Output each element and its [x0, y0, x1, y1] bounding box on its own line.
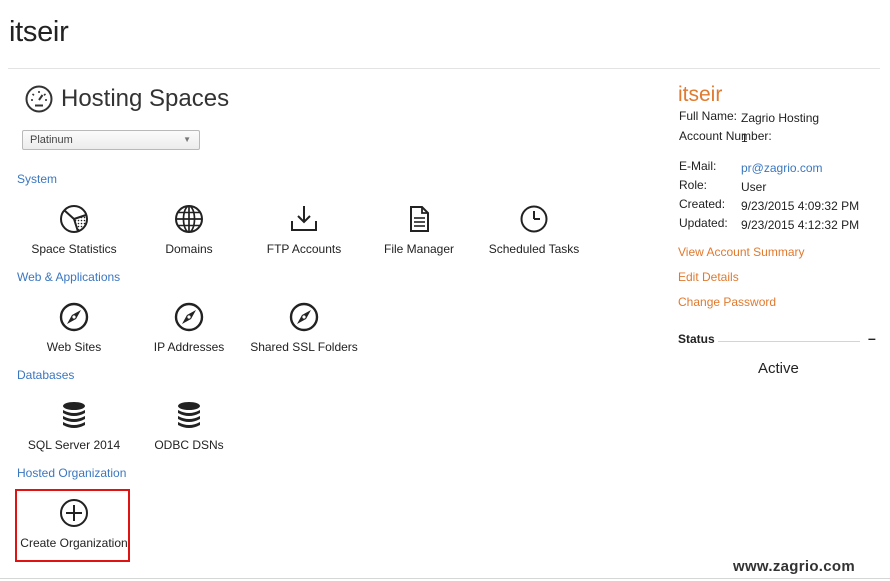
status-label: Status [678, 332, 715, 346]
full-name-value: Zagrio Hosting [741, 111, 820, 125]
change-password-link[interactable]: Change Password [678, 295, 776, 309]
tile-odbc-dsns[interactable]: ODBC DSNs [130, 400, 248, 462]
gauge-icon [25, 85, 53, 113]
field-key: Created: [679, 197, 726, 211]
field-key: E-Mail: [679, 159, 717, 173]
status-divider [718, 341, 860, 342]
role-value: User [741, 180, 767, 194]
tile-label: Web Sites [46, 340, 102, 354]
chevron-down-icon: ▼ [183, 135, 191, 144]
document-icon [410, 206, 429, 232]
tile-label: File Manager [383, 242, 455, 256]
section-label-hosted-organization: Hosted Organization [17, 466, 127, 480]
hosting-spaces-title: Hosting Spaces [61, 85, 230, 112]
status-value: Active [758, 360, 799, 377]
section-label-web-applications: Web & Applications [17, 270, 121, 284]
field-key: Role: [679, 178, 708, 192]
top-divider [8, 68, 880, 69]
account-number-value: 1 [741, 131, 748, 145]
page-title: itseir [9, 16, 69, 48]
field-key: Updated: [679, 216, 728, 230]
compass-icon [59, 302, 89, 332]
database-icon [178, 402, 200, 428]
tile-domains[interactable]: Domains [130, 204, 248, 266]
tile-web-sites[interactable]: Web Sites [15, 302, 133, 364]
section-label-databases: Databases [17, 368, 75, 382]
bottom-divider [0, 578, 890, 579]
status-collapse-button[interactable]: – [868, 330, 876, 346]
pie-chart-icon [60, 205, 88, 233]
tile-label: Space Statistics [31, 242, 117, 256]
tile-ftp-accounts[interactable]: FTP Accounts [245, 204, 363, 266]
tile-label: SQL Server 2014 [27, 438, 121, 452]
globe-icon [175, 205, 203, 233]
hosting-spaces-header: Hosting Spaces [24, 84, 229, 114]
tile-label: Domains [165, 242, 213, 256]
database-icon [63, 402, 85, 428]
tile-shared-ssl-folders[interactable]: Shared SSL Folders [245, 302, 363, 364]
account-name: itseir [678, 83, 723, 106]
compass-icon [174, 302, 204, 332]
edit-details-link[interactable]: Edit Details [678, 270, 739, 284]
tile-space-statistics[interactable]: Space Statistics [15, 204, 133, 266]
highlight-box [15, 489, 130, 562]
updated-value: 9/23/2015 4:12:32 PM [741, 218, 860, 232]
clock-icon [520, 205, 548, 233]
download-icon [291, 206, 317, 231]
tile-label: IP Addresses [153, 340, 225, 354]
tile-label: Shared SSL Folders [250, 340, 358, 354]
watermark: www.zagrio.com [733, 558, 855, 575]
tile-ip-addresses[interactable]: IP Addresses [130, 302, 248, 364]
tile-scheduled-tasks[interactable]: Scheduled Tasks [475, 204, 593, 266]
section-label-system: System [17, 172, 58, 186]
plan-select[interactable]: Platinum ▼ [22, 130, 200, 150]
tile-sql-server-2014[interactable]: SQL Server 2014 [15, 400, 133, 462]
email-link[interactable]: pr@zagrio.com [741, 161, 823, 175]
tile-file-manager[interactable]: File Manager [360, 204, 478, 266]
view-account-summary-link[interactable]: View Account Summary [678, 245, 805, 259]
plan-select-value: Platinum [30, 134, 73, 146]
created-value: 9/23/2015 4:09:32 PM [741, 199, 860, 213]
tile-label: Scheduled Tasks [488, 242, 580, 256]
field-key: Account Number: [679, 129, 772, 143]
tile-label: ODBC DSNs [154, 438, 224, 452]
field-key: Full Name: [679, 109, 738, 123]
tile-label: FTP Accounts [266, 242, 342, 256]
compass-icon [289, 302, 319, 332]
